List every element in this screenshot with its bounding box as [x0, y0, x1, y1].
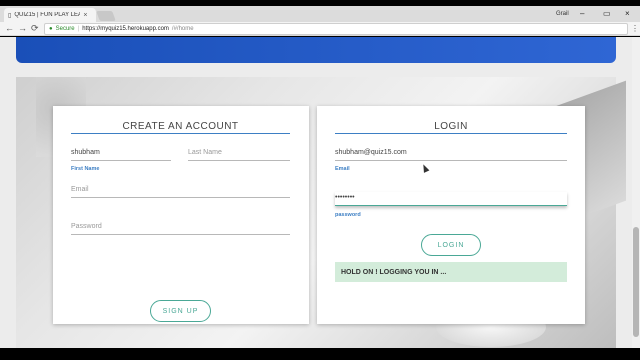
browser-tab-bar: ▯ QUIZ15 | FUN PLAY LEA × Grail – ▭ ×	[0, 6, 640, 22]
screen-bottom-border	[0, 348, 640, 360]
tab-title: QUIZ15 | FUN PLAY LEA	[14, 12, 81, 18]
url-host: https://myquiz15.herokuapp.com	[82, 26, 169, 32]
password-field[interactable]: Password	[71, 221, 290, 235]
url-separator: |	[77, 26, 80, 32]
first-name-label: First Name	[71, 166, 100, 172]
address-bar-row: ← → ⟳ ● Secure | https://myquiz15.heroku…	[0, 22, 640, 36]
create-account-card: CREATE AN ACCOUNT shubham First Name Las…	[53, 106, 309, 324]
new-tab-button[interactable]	[96, 11, 116, 21]
url-path: /#/home	[171, 26, 194, 32]
forward-icon[interactable]: →	[18, 23, 27, 33]
first-name-field[interactable]: shubham	[71, 147, 171, 161]
restore-icon[interactable]: ▭	[603, 9, 611, 18]
page-scrollbar[interactable]	[632, 37, 640, 348]
login-button[interactable]: LOGIN	[421, 234, 481, 256]
lock-icon: ●	[49, 26, 53, 32]
login-status-message: HOLD ON ! LOGGING YOU IN ...	[335, 262, 567, 282]
page-content: CREATE AN ACCOUNT shubham First Name Las…	[0, 37, 640, 348]
login-title: LOGIN	[335, 121, 567, 134]
sign-up-button[interactable]: SIGN UP	[150, 300, 211, 322]
browser-tab[interactable]: ▯ QUIZ15 | FUN PLAY LEA ×	[4, 8, 96, 22]
login-email-label: Email	[335, 166, 350, 172]
last-name-field[interactable]: Last Name	[188, 147, 290, 161]
profile-name[interactable]: Grail	[556, 11, 569, 17]
create-account-title: CREATE AN ACCOUNT	[71, 121, 290, 134]
secure-label: Secure	[55, 26, 75, 32]
login-email-field[interactable]: shubham@quiz15.com	[335, 147, 567, 161]
page-icon: ▯	[8, 12, 12, 19]
close-window-icon[interactable]: ×	[625, 9, 630, 18]
tab-close-icon[interactable]: ×	[83, 12, 87, 19]
menu-icon[interactable]: ⋮	[631, 24, 639, 33]
login-card: LOGIN shubham@quiz15.com Email •••••••• …	[317, 106, 585, 324]
address-bar[interactable]: ● Secure | https://myquiz15.herokuapp.co…	[44, 23, 628, 35]
minimize-icon[interactable]: –	[580, 9, 584, 18]
scrollbar-thumb[interactable]	[633, 227, 639, 337]
email-field[interactable]: Email	[71, 184, 290, 198]
hero-banner	[16, 37, 616, 63]
login-password-field[interactable]: ••••••••	[335, 192, 567, 206]
back-icon[interactable]: ←	[5, 23, 14, 33]
login-password-label: password	[335, 212, 361, 218]
reload-icon[interactable]: ⟳	[31, 23, 39, 34]
